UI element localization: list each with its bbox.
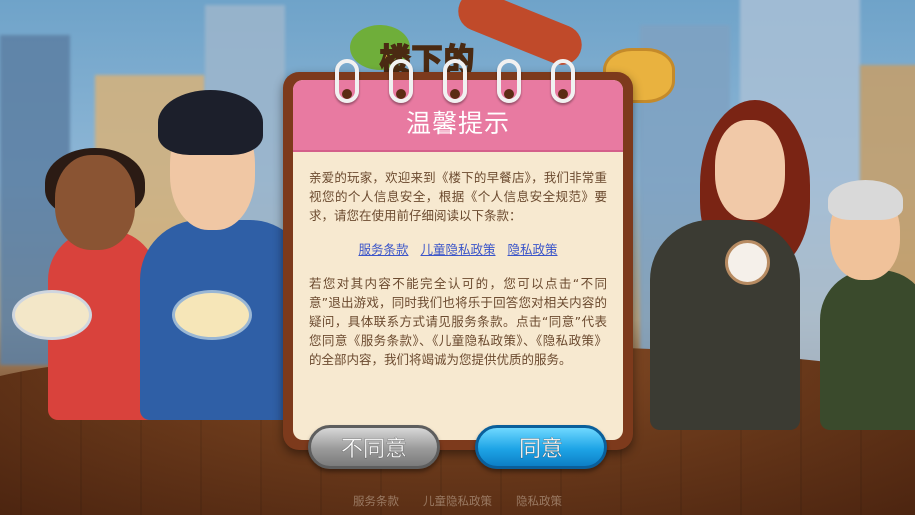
old-man-character-body	[820, 270, 915, 430]
coffee-cup	[725, 240, 770, 285]
ring-icon	[443, 59, 467, 103]
agree-button-label: 同意	[518, 437, 564, 463]
disagree-button-label: 不同意	[340, 437, 408, 463]
footer-terms-of-service-link[interactable]: 服务条款	[353, 493, 399, 509]
footer-privacy-policy-link[interactable]: 隐私政策	[516, 493, 562, 509]
woman-character-body	[650, 220, 800, 430]
footer-children-privacy-policy-link[interactable]: 儿童隐私政策	[423, 493, 492, 509]
dialog-body: 亲爱的玩家，欢迎来到《楼下的早餐店》，我们非常重视您的个人信息安全，根据《个人信…	[293, 152, 623, 369]
terms-links: 服务条款 儿童隐私政策 隐私政策	[309, 240, 607, 259]
ring-icon	[335, 59, 359, 103]
fried-rice-plate	[12, 290, 92, 340]
privacy-policy-link[interactable]: 隐私政策	[508, 240, 558, 259]
ring-icon	[389, 59, 413, 103]
children-privacy-policy-link[interactable]: 儿童隐私政策	[420, 240, 495, 259]
old-man-character-hair	[828, 180, 903, 220]
ring-icon	[497, 59, 521, 103]
woman-character-head	[715, 120, 785, 220]
disagree-button[interactable]: 不同意	[308, 425, 440, 469]
boy-character-hair	[158, 90, 263, 155]
noodle-bowl	[172, 290, 252, 340]
privacy-dialog: 温馨提示 亲爱的玩家，欢迎来到《楼下的早餐店》，我们非常重视您的个人信息安全，根…	[283, 59, 633, 450]
ring-icon	[551, 59, 575, 103]
dialog-title: 温馨提示	[405, 109, 510, 138]
notebook-rings	[335, 59, 575, 103]
dialog-paper: 温馨提示 亲爱的玩家，欢迎来到《楼下的早餐店》，我们非常重视您的个人信息安全，根…	[293, 80, 623, 440]
welcome-paragraph: 亲爱的玩家，欢迎来到《楼下的早餐店》，我们非常重视您的个人信息安全，根据《个人信…	[309, 170, 607, 223]
girl-character-head	[55, 155, 135, 250]
agree-button[interactable]: 同意	[475, 425, 607, 469]
consent-paragraph: 若您对其内容不能完全认可的，您可以点击“不同意”退出游戏，同时我们也将乐于回答您…	[309, 276, 607, 367]
terms-of-service-link[interactable]: 服务条款	[358, 240, 408, 259]
footer-links: 服务条款 儿童隐私政策 隐私政策	[0, 493, 915, 509]
